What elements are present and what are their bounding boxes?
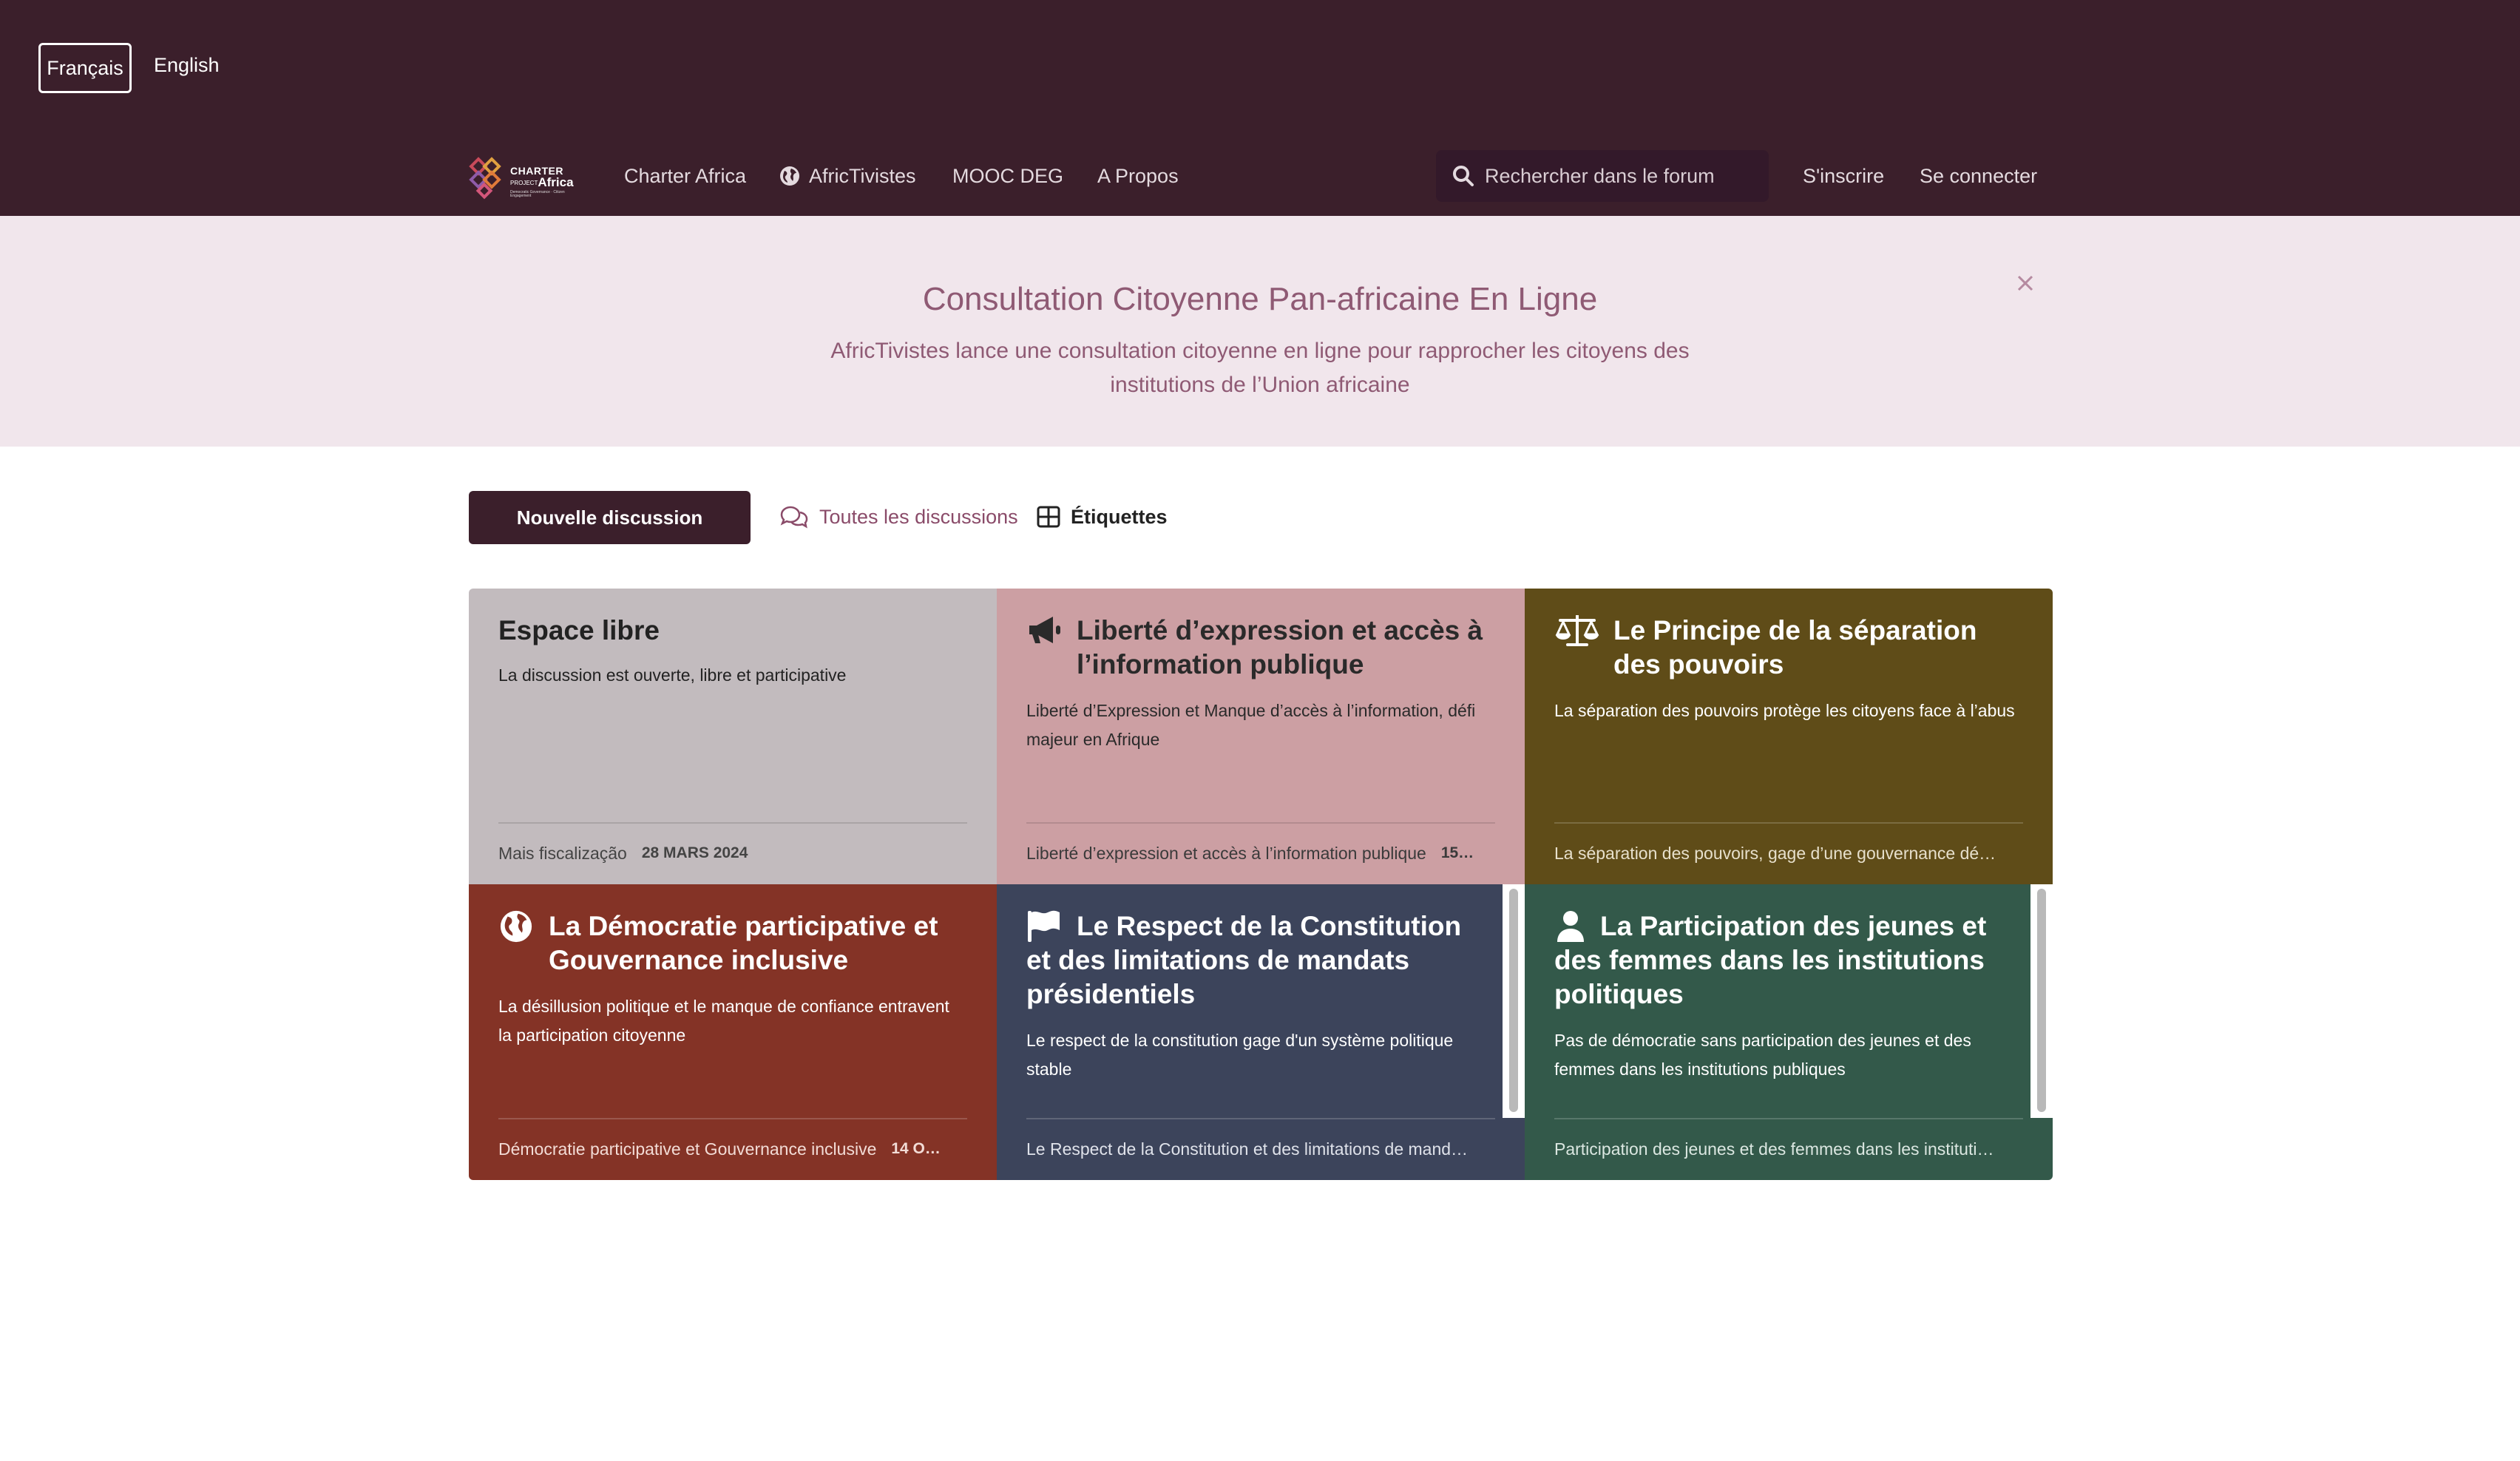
hero-close-button[interactable]: [2013, 271, 2038, 296]
globe-africa-icon: [498, 909, 549, 943]
user-icon: [1554, 909, 1600, 943]
tag-description: La discussion est ouverte, libre et part…: [498, 665, 847, 685]
tag-last-discussion[interactable]: Le Respect de la Constitution et des lim…: [1026, 1118, 1495, 1179]
tag-last-discussion[interactable]: La séparation des pouvoirs, gage d’une g…: [1554, 822, 2023, 883]
welcome-hero: Consultation Citoyenne Pan-africaine En …: [0, 216, 2520, 447]
tag-title-wrap: Le Respect de la Constitution et des lim…: [1026, 909, 1473, 1011]
nav-africtivistes-label: AfricTivistes: [809, 164, 916, 187]
logo-mark-icon: [469, 157, 501, 200]
comments-icon: [780, 506, 808, 529]
logo-tagline: Democratic Governance · Citizen Engageme…: [510, 190, 565, 198]
hero-subtitle: AfricTivistes lance une consultation cit…: [830, 339, 1690, 397]
last-discussion-title: Démocratie participative et Gouvernance …: [498, 1139, 877, 1159]
tag-description: Pas de démocratie sans participation des…: [1554, 1031, 1971, 1079]
scrollbar-thumb[interactable]: [2037, 889, 2046, 1112]
nav-about[interactable]: A Propos: [1097, 160, 1179, 192]
new-discussion-button[interactable]: Nouvelle discussion: [469, 491, 751, 544]
site-logo[interactable]: CHARTER PROJECTAfrica Democratic Governa…: [469, 155, 584, 201]
tile-scrollbar[interactable]: [1503, 884, 1525, 1118]
last-discussion-date: 14 O…: [891, 1140, 941, 1157]
all-discussions-link[interactable]: Toutes les discussions: [779, 500, 1018, 534]
tag-title: Liberté d’expression et accès à l’inform…: [1077, 615, 1483, 679]
th-large-icon: [1037, 506, 1060, 528]
language-english-button[interactable]: English: [145, 43, 228, 87]
tag-tile-liberte-expression[interactable]: Liberté d’expression et accès à l’inform…: [997, 589, 1525, 884]
tag-title: Espace libre: [498, 615, 660, 645]
last-discussion-title: Mais fiscalização: [498, 843, 627, 863]
bullhorn-icon: [1026, 614, 1077, 648]
close-icon: [2017, 275, 2033, 291]
all-discussions-label: Toutes les discussions: [819, 505, 1018, 528]
tag-description: La séparation des pouvoirs protège les c…: [1554, 701, 2015, 720]
tag-title-wrap: La Participation des jeunes et des femme…: [1554, 909, 2001, 1011]
logo-line-africa: Africa: [538, 175, 574, 189]
tag-title: Le Respect de la Constitution et des lim…: [1026, 911, 1462, 1009]
balance-scale-icon: [1554, 614, 1613, 648]
nav-about-label: A Propos: [1097, 164, 1179, 187]
tag-last-discussion[interactable]: Démocratie participative et Gouvernance …: [498, 1118, 967, 1179]
nav-mooc-deg[interactable]: MOOC DEG: [952, 160, 1063, 192]
tag-title: La Démocratie participative et Gouvernan…: [549, 911, 938, 975]
globe-icon: [780, 166, 799, 186]
nav-charter-africa[interactable]: Charter Africa: [624, 160, 746, 192]
nav-africtivistes[interactable]: AfricTivistes: [779, 160, 916, 192]
login-link[interactable]: Se connecter: [1920, 160, 2037, 192]
tag-tile-separation-pouvoirs[interactable]: Le Principe de la séparation des pouvoir…: [1525, 589, 2053, 884]
tags-grid: Espace libre La discussion est ouverte, …: [469, 589, 2053, 1180]
last-discussion-title: Liberté d’expression et accès à l’inform…: [1026, 843, 1426, 863]
tag-tile-espace-libre[interactable]: Espace libre La discussion est ouverte, …: [469, 589, 997, 884]
site-header: Français English CHARTER PROJECTAfrica D…: [0, 0, 2520, 216]
tags-link[interactable]: Étiquettes: [1037, 500, 1168, 534]
tag-last-discussion[interactable]: Liberté d’expression et accès à l’inform…: [1026, 822, 1495, 883]
tag-description: Le respect de la constitution gage d'un …: [1026, 1031, 1454, 1079]
language-french-button[interactable]: Français: [38, 43, 132, 93]
last-discussion-date: 28 MARS 2024: [641, 844, 748, 861]
tags-label: Étiquettes: [1071, 505, 1168, 528]
login-label: Se connecter: [1920, 164, 2038, 187]
nav-mooc-label: MOOC DEG: [952, 164, 1064, 187]
tag-title: Le Principe de la séparation des pouvoir…: [1613, 615, 1977, 679]
logo-line-project: PROJECT: [510, 179, 538, 186]
search-input[interactable]: [1483, 163, 1769, 189]
logo-line-charter: CHARTER: [510, 165, 563, 177]
flag-icon: [1026, 909, 1077, 943]
last-discussion-date: 15…: [1440, 844, 1474, 861]
last-discussion-title: La séparation des pouvoirs, gage d’une g…: [1554, 843, 1996, 863]
search-icon: [1453, 166, 1474, 186]
forum-search[interactable]: [1436, 150, 1769, 202]
tile-scrollbar[interactable]: [2030, 884, 2053, 1118]
tag-description: La désillusion politique et le manque de…: [498, 997, 949, 1045]
tag-description: Liberté d’Expression et Manque d’accès à…: [1026, 701, 1476, 749]
logo-wordmark: CHARTER PROJECTAfrica Democratic Governa…: [510, 166, 584, 198]
tag-tile-democratie-participative[interactable]: La Démocratie participative et Gouvernan…: [469, 884, 997, 1180]
scrollbar-thumb[interactable]: [1509, 889, 1518, 1112]
tag-last-discussion[interactable]: Mais fiscalização 28 MARS 2024: [498, 822, 967, 883]
tag-tile-participation-jeunes-femmes[interactable]: La Participation des jeunes et des femme…: [1525, 884, 2053, 1180]
tag-last-discussion[interactable]: Participation des jeunes et des femmes d…: [1554, 1118, 2023, 1179]
tag-title: La Participation des jeunes et des femme…: [1554, 911, 1987, 1009]
last-discussion-title: Le Respect de la Constitution et des lim…: [1026, 1139, 1469, 1159]
hero-title: Consultation Citoyenne Pan-africaine En …: [922, 281, 1598, 317]
signup-label: S'inscrire: [1803, 164, 1885, 187]
last-discussion-title: Participation des jeunes et des femmes d…: [1554, 1139, 1994, 1159]
signup-link[interactable]: S'inscrire: [1803, 160, 1884, 192]
tag-tile-respect-constitution[interactable]: Le Respect de la Constitution et des lim…: [997, 884, 1525, 1180]
nav-charter-africa-label: Charter Africa: [624, 164, 747, 187]
